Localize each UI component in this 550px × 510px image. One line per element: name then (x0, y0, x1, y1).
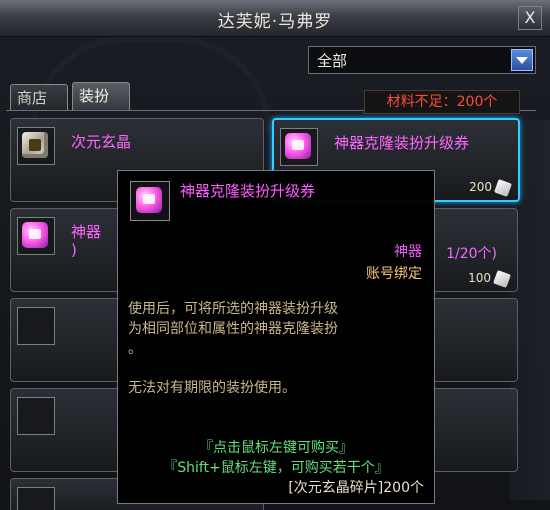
tooltip-desc-line: 使用后，可将所选的神器装扮升级 (128, 301, 338, 317)
item-icon-frame (17, 397, 55, 435)
item-name: 次元玄晶 (71, 133, 132, 151)
tooltip-desc-line: 。 (128, 341, 142, 357)
item-icon-frame (280, 128, 318, 166)
close-button[interactable]: X (518, 6, 542, 30)
item-name: 神器克隆装扮升级券 (334, 134, 470, 152)
tooltip-restriction: 无法对有期限的装扮使用。 (128, 380, 296, 396)
crystal-fragment-icon (493, 270, 511, 288)
ticket-icon (22, 222, 48, 248)
tooltip-price: [次元玄晶碎片]200个 (288, 480, 424, 496)
title-bar: 达芙妮·马弗罗 X (0, 0, 550, 37)
item-icon-frame (17, 217, 55, 255)
item-icon-frame (17, 487, 55, 510)
tab-shop[interactable]: 商店 (10, 84, 68, 111)
item-price: 100 (468, 271, 491, 285)
tooltip-icon-frame (130, 181, 170, 221)
tooltip-hint-shift: 『Shift+鼠标左键，可购买若干个』 (163, 460, 389, 476)
tab-costume[interactable]: 装扮 (72, 82, 130, 111)
item-name-line2: ) (71, 241, 77, 259)
tooltip-quality: 神器 (394, 244, 422, 260)
shop-window: 达芙妮·马弗罗 X 全部 商店 装扮 材料不足：200个 次元玄晶 神器 ) 神… (0, 0, 550, 510)
item-stock: 1/20个) (446, 246, 497, 262)
chevron-down-icon[interactable] (511, 49, 533, 71)
tooltip-hint-click: 『点击鼠标左键可购买』 (199, 440, 353, 456)
ticket-icon (285, 133, 311, 159)
tooltip-desc-line: 为相同部位和属性的神器克隆装扮 (128, 321, 338, 337)
item-icon-frame (17, 307, 55, 345)
material-status: 材料不足：200个 (364, 90, 520, 114)
item-tooltip: 神器克隆装扮升级券 神器 账号绑定 使用后，可将所选的神器装扮升级 为相同部位和… (117, 170, 435, 504)
tooltip-description: 使用后，可将所选的神器装扮升级 为相同部位和属性的神器克隆装扮 。 (128, 299, 424, 359)
item-icon-frame (17, 127, 55, 165)
item-price: 200 (469, 180, 492, 194)
window-title: 达芙妮·马弗罗 (217, 12, 333, 32)
crystal-icon (22, 132, 48, 158)
tooltip-title: 神器克隆装扮升级券 (180, 182, 316, 200)
tooltip-bind-type: 账号绑定 (366, 266, 422, 282)
ticket-icon (136, 187, 162, 213)
dropdown-selected: 全部 (317, 52, 348, 70)
category-dropdown[interactable]: 全部 (308, 46, 536, 74)
crystal-fragment-icon (494, 179, 512, 197)
item-name-line1: 神器 (71, 223, 102, 241)
